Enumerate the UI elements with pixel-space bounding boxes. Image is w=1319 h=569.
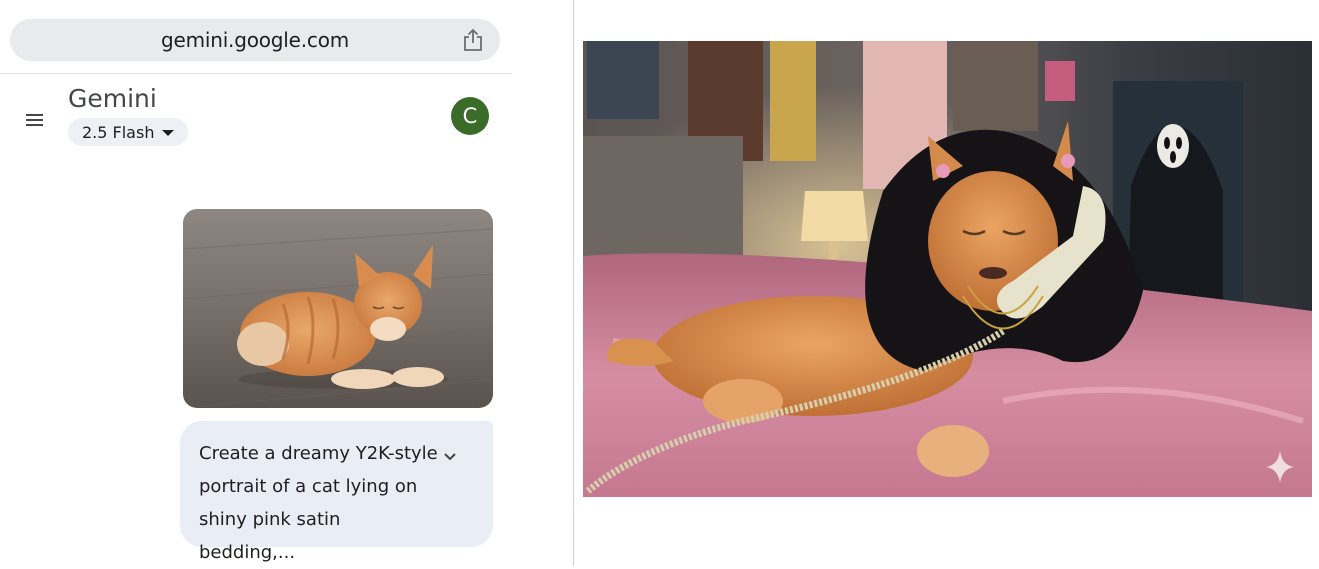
avatar[interactable]: C bbox=[451, 97, 489, 135]
address-bar[interactable]: gemini.google.com bbox=[10, 19, 500, 61]
share-icon[interactable] bbox=[462, 28, 484, 52]
hamburger-menu-icon[interactable] bbox=[25, 112, 45, 128]
caret-down-icon bbox=[162, 130, 175, 136]
url-text[interactable]: gemini.google.com bbox=[10, 19, 500, 61]
prompt-text: Create a dreamy Y2K-style portrait of a … bbox=[199, 443, 438, 563]
model-label: 2.5 Flash bbox=[82, 122, 155, 142]
uploaded-cat-image[interactable] bbox=[183, 209, 493, 408]
app-title: Gemini bbox=[68, 84, 157, 113]
chevron-down-icon[interactable] bbox=[443, 452, 457, 461]
model-selector[interactable]: 2.5 Flash bbox=[68, 118, 189, 146]
pane-divider bbox=[573, 0, 574, 566]
toolbar-divider bbox=[0, 73, 512, 74]
gemini-chat-pane: gemini.google.com Gemini 2.5 Flash C Cre… bbox=[0, 0, 573, 566]
prompt-bubble: Create a dreamy Y2K-style portrait of a … bbox=[180, 421, 493, 563]
generated-cat-image[interactable] bbox=[583, 41, 1312, 497]
